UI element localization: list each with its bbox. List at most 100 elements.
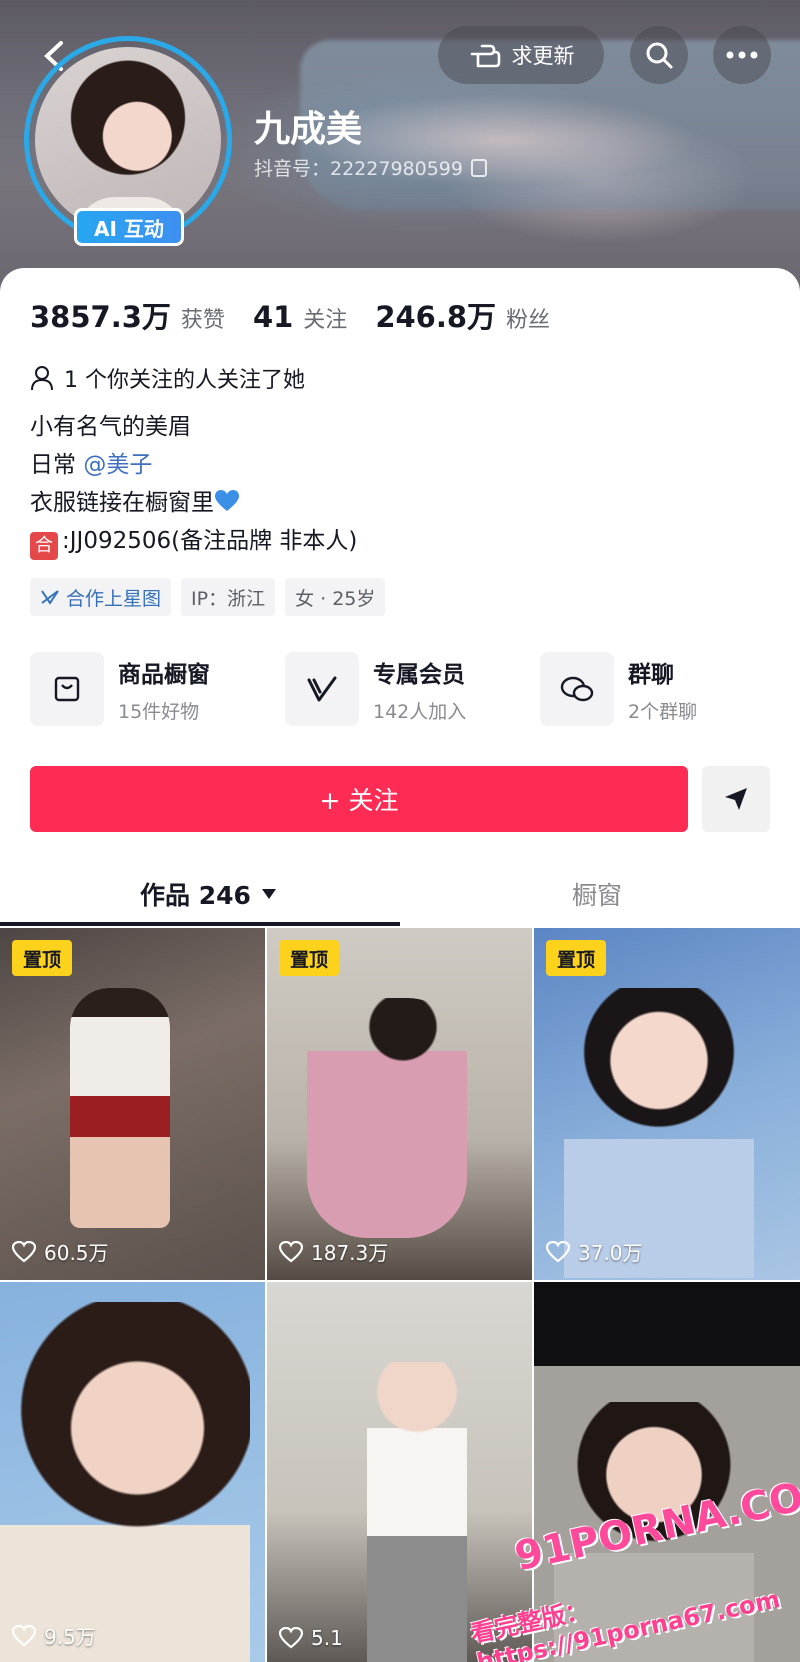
- tab-works[interactable]: 作品 246: [140, 876, 277, 912]
- video-likes: 37.0万: [546, 1237, 643, 1266]
- heart-outline-icon: [12, 1624, 36, 1646]
- bio-line-2: 日常 @美子: [30, 446, 357, 484]
- feature-group-chat-title: 群聊: [628, 661, 674, 688]
- feature-shop-window-icon-box: [30, 652, 104, 726]
- tags-row: 合作上星图 IP：浙江 女 · 25岁: [30, 578, 386, 616]
- chat-bubbles-icon: [560, 676, 594, 702]
- bio-line-4-text: :JJ092506(备注品牌 非本人): [62, 528, 358, 554]
- video-likes-count: 187.3万: [311, 1241, 389, 1265]
- feature-shop-window-subtitle: 15件好物: [118, 700, 200, 723]
- feature-group-chat-icon-box: [540, 652, 614, 726]
- video-likes: 5.1: [279, 1626, 343, 1650]
- feature-membership-icon-box: [285, 652, 359, 726]
- mutual-follow-text: 1 个你关注的人关注了她: [64, 368, 305, 393]
- video-thumbnail[interactable]: 9.5万: [0, 1282, 265, 1662]
- heart-outline-icon: [279, 1240, 303, 1262]
- tag-star-map[interactable]: 合作上星图: [30, 578, 172, 616]
- feature-membership-subtitle: 142人加入: [373, 700, 467, 723]
- video-likes-count: 5.1: [311, 1626, 343, 1650]
- stat-following-value: 41: [252, 300, 294, 334]
- blue-heart-icon: [215, 490, 239, 511]
- feature-membership-title: 专属会员: [373, 661, 465, 688]
- video-likes-count: 60.5万: [44, 1241, 109, 1265]
- heart-outline-icon: [546, 1240, 570, 1262]
- copy-icon[interactable]: [470, 158, 487, 177]
- bio-line-3: 衣服链接在橱窗里: [30, 484, 357, 522]
- follow-button-label: + 关注: [319, 786, 399, 815]
- video-thumbnail[interactable]: 置顶 37.0万: [534, 928, 800, 1280]
- bio-mention-link[interactable]: @美子: [83, 452, 152, 478]
- paper-plane-icon: [725, 788, 747, 810]
- video-thumbnail[interactable]: 5.1: [267, 1282, 532, 1662]
- pointing-hand-icon: [470, 44, 500, 68]
- triangle-down-icon: [261, 889, 276, 899]
- feature-membership[interactable]: 专属会员 142人加入: [285, 652, 540, 726]
- video-thumbnail-image: [307, 998, 467, 1238]
- follow-button[interactable]: + 关注: [30, 766, 688, 832]
- pinned-badge: 置顶: [279, 940, 339, 976]
- video-likes: 187.3万: [279, 1237, 388, 1266]
- video-thumbnail[interactable]: 置顶 60.5万: [0, 928, 265, 1280]
- tag-ip: IP：浙江: [181, 578, 276, 616]
- v-member-icon: [307, 676, 337, 702]
- person-icon: [31, 366, 53, 391]
- tab-shop-window[interactable]: 橱窗: [572, 876, 622, 912]
- feature-group-chat-subtitle: 2个群聊: [628, 700, 698, 723]
- video-likes: 60.5万: [12, 1237, 109, 1266]
- stats-row: 3857.3万 获赞 41 关注 246.8万 粉丝: [30, 294, 550, 336]
- tag-ip-label: IP：浙江: [191, 587, 266, 610]
- stat-following-label: 关注: [303, 308, 348, 333]
- tag-gender-age: 女 · 25岁: [285, 578, 386, 616]
- content-tabs: 作品 246 橱窗: [0, 858, 800, 928]
- star-map-icon: [41, 590, 59, 605]
- stat-likes-value: 3857.3万: [30, 300, 171, 334]
- video-thumbnail-image: [367, 1362, 467, 1662]
- feature-shop-window[interactable]: 商品橱窗 15件好物: [30, 652, 285, 726]
- he-badge-icon: 合: [30, 532, 58, 560]
- stat-following[interactable]: 41 关注: [253, 300, 347, 334]
- video-likes-count: 9.5万: [44, 1625, 96, 1649]
- video-grid: 置顶 60.5万 置顶 187.3万 置顶 37.0万 9.5万 5.1: [0, 928, 800, 1662]
- feature-group-chat[interactable]: 群聊 2个群聊: [540, 652, 795, 726]
- stat-followers-label: 粉丝: [506, 308, 551, 333]
- more-dots-icon: [726, 51, 758, 59]
- stat-likes-label: 获赞: [180, 308, 225, 333]
- search-button[interactable]: [630, 26, 688, 84]
- pinned-badge: 置顶: [12, 940, 72, 976]
- mutual-follow-row[interactable]: 1 个你关注的人关注了她: [30, 362, 305, 394]
- tag-gender-age-label: 女 · 25岁: [295, 587, 376, 610]
- search-icon: [646, 42, 673, 69]
- video-likes-count: 37.0万: [578, 1241, 643, 1265]
- video-likes: 9.5万: [12, 1621, 96, 1650]
- bio-line-4: 合:JJ092506(备注品牌 非本人): [30, 522, 357, 560]
- tab-works-label: 作品 246: [140, 881, 251, 910]
- avatar-image: [35, 47, 221, 233]
- tab-active-indicator: [0, 922, 400, 926]
- video-thumbnail-image: [564, 988, 754, 1278]
- request-update-label: 求更新: [511, 44, 575, 68]
- profile-panel: 3857.3万 获赞 41 关注 246.8万 粉丝 1 个你关注的人关注了她 …: [0, 268, 800, 928]
- tag-star-map-label: 合作上星图: [66, 587, 162, 610]
- video-thumbnail-image: [70, 988, 170, 1228]
- request-update-button[interactable]: 求更新: [438, 26, 604, 84]
- bio-line-1: 小有名气的美眉: [30, 414, 191, 440]
- douyin-id-text: 抖音号：22227980599: [254, 158, 463, 180]
- feature-shop-window-title: 商品橱窗: [118, 661, 210, 688]
- bio: 小有名气的美眉 日常 @美子 衣服链接在橱窗里 合:JJ092506(备注品牌 …: [30, 408, 357, 560]
- video-thumbnail-image: [0, 1302, 250, 1662]
- features-row: 商品橱窗 15件好物 专属会员 142人加入 群聊 2个群聊: [30, 652, 795, 726]
- douyin-id[interactable]: 抖音号：22227980599: [254, 154, 487, 181]
- ai-interact-badge[interactable]: AI 互动: [74, 208, 184, 246]
- pinned-badge: 置顶: [546, 940, 606, 976]
- heart-outline-icon: [12, 1240, 36, 1262]
- bio-line-2-prefix: 日常: [30, 452, 76, 478]
- video-thumbnail[interactable]: 置顶 187.3万: [267, 928, 532, 1280]
- stat-followers[interactable]: 246.8万 粉丝: [375, 294, 550, 336]
- stat-followers-value: 246.8万: [375, 300, 497, 334]
- stat-likes[interactable]: 3857.3万 获赞: [30, 294, 225, 336]
- send-message-button[interactable]: [702, 766, 770, 832]
- heart-outline-icon: [279, 1627, 303, 1649]
- nickname: 九成美: [254, 109, 363, 150]
- shopping-bag-icon: [54, 676, 80, 702]
- more-button[interactable]: [713, 26, 771, 84]
